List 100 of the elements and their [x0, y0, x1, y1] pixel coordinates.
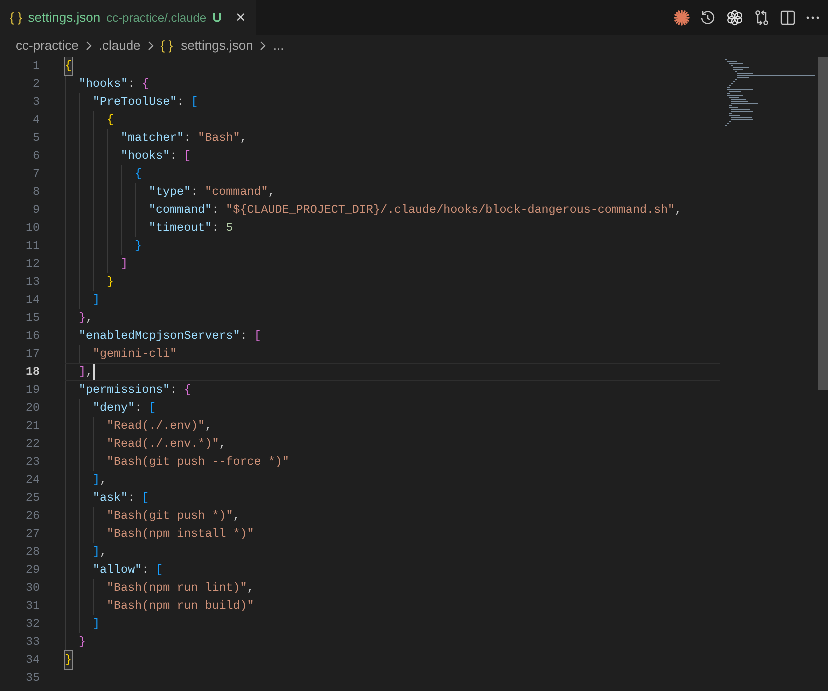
bracket: [ [149, 400, 156, 417]
bracket: { [135, 166, 142, 183]
split-editor-icon[interactable] [780, 10, 796, 26]
bracket: ] [93, 472, 100, 489]
line-number: 18 [24, 364, 40, 381]
line-number: 23 [24, 454, 40, 471]
json-number: 5 [226, 220, 234, 237]
line-number: 12 [24, 256, 40, 273]
punctuation: , [268, 184, 276, 201]
json-string: "Bash(npm run lint)" [107, 580, 248, 597]
json-key: "ask" [93, 489, 128, 507]
json-key: "timeout" [149, 219, 212, 237]
punctuation: : [212, 220, 220, 237]
line-number: 5 [32, 130, 40, 147]
json-key: "PreToolUse" [93, 93, 178, 111]
matched-bracket: } [65, 651, 72, 669]
bracket: [ [254, 328, 262, 345]
burst-icon[interactable] [674, 10, 690, 26]
line-number: 11 [24, 238, 40, 255]
line-number: 28 [24, 544, 40, 561]
compare-changes-icon[interactable] [754, 10, 770, 26]
braces-icon: { } [10, 8, 22, 28]
tab-title: settings.json [28, 8, 101, 27]
git-status-label: U [212, 8, 222, 27]
json-key: "command" [149, 201, 212, 219]
line-number: 22 [24, 436, 40, 453]
matched-bracket: { [65, 57, 72, 75]
line-number: 31 [24, 598, 40, 615]
json-string: "Read(./.env)" [107, 418, 206, 435]
breadcrumb-item[interactable]: settings.json [181, 36, 254, 56]
punctuation: , [219, 436, 226, 453]
punctuation: , [86, 364, 94, 381]
line-number: 35 [24, 670, 40, 687]
punctuation: , [675, 202, 682, 219]
line-number: 19 [24, 382, 40, 399]
punctuation: , [86, 310, 94, 327]
chevron-right-icon [148, 41, 154, 51]
bracket: ] [93, 544, 100, 561]
bracket: } [79, 310, 86, 327]
bracket: } [107, 274, 114, 291]
line-number: 20 [24, 400, 40, 417]
line-number: 33 [24, 634, 40, 651]
line-number: 3 [32, 94, 40, 111]
line-number: 6 [32, 148, 40, 165]
line-number: 32 [24, 616, 40, 633]
line-number: 2 [32, 76, 40, 93]
line-number: 14 [24, 292, 40, 309]
minimap-drawing[interactable] [725, 59, 815, 129]
json-string: "command" [205, 184, 268, 201]
bracket: } [79, 634, 86, 651]
line-number: 10 [24, 220, 40, 237]
json-string: "Bash(git push *)" [107, 508, 234, 525]
bracket: { [107, 112, 114, 129]
close-icon[interactable]: × [236, 9, 246, 26]
json-key: "allow" [93, 561, 142, 579]
json-key: "hooks" [121, 147, 170, 165]
bracket: { [184, 382, 192, 399]
json-string: "Bash(git push --force *)" [107, 454, 290, 471]
breadcrumb-item[interactable]: cc-practice [16, 36, 79, 56]
chevron-right-icon [86, 41, 92, 51]
punctuation: , [247, 580, 254, 597]
line-number: 17 [24, 346, 40, 363]
line-number: 13 [24, 274, 40, 291]
line-number: 27 [24, 526, 40, 543]
breadcrumb-item[interactable]: .claude [98, 36, 141, 56]
braces-icon: { } [160, 36, 174, 56]
more-actions-icon[interactable] [806, 16, 820, 20]
line-number: 16 [24, 328, 40, 345]
line-number: 9 [32, 202, 40, 219]
punctuation: , [100, 472, 108, 489]
json-string: "Read(./.env.*)" [107, 436, 220, 453]
line-number: 4 [32, 112, 40, 129]
json-string: "Bash(npm run build)" [107, 598, 254, 615]
json-key: "type" [149, 183, 192, 201]
line-number: 15 [24, 310, 40, 327]
punctuation: , [233, 508, 240, 525]
line-number: 26 [24, 508, 40, 525]
punctuation: : [128, 76, 136, 93]
editor-tab[interactable]: { } settings.json cc-practice/.claude U × [0, 0, 256, 35]
json-string: "gemini-cli" [93, 346, 178, 363]
knot-icon[interactable] [726, 8, 744, 26]
line-number: 25 [24, 490, 40, 507]
breadcrumb-item[interactable]: ... [273, 36, 284, 56]
bracket: ] [121, 256, 128, 273]
bracket: [ [156, 562, 164, 579]
punctuation: : [170, 148, 178, 165]
scrollbar-thumb[interactable] [818, 57, 828, 390]
line-number: 34 [24, 652, 40, 669]
punctuation: : [142, 562, 150, 579]
json-key: "matcher" [121, 129, 184, 147]
history-icon[interactable] [700, 10, 716, 26]
line-number: 21 [24, 418, 40, 435]
line-number: 29 [24, 562, 40, 579]
tab-path: cc-practice/.claude [106, 10, 207, 26]
punctuation: : [135, 400, 144, 417]
punctuation: : [191, 184, 200, 201]
json-key: "enabledMcpjsonServers" [79, 327, 240, 345]
json-key: "permissions" [79, 381, 170, 399]
json-string: "${CLAUDE_PROJECT_DIR}/.claude/hooks/block-dangerous-command.sh" [226, 202, 676, 219]
line-number: 30 [24, 580, 40, 597]
